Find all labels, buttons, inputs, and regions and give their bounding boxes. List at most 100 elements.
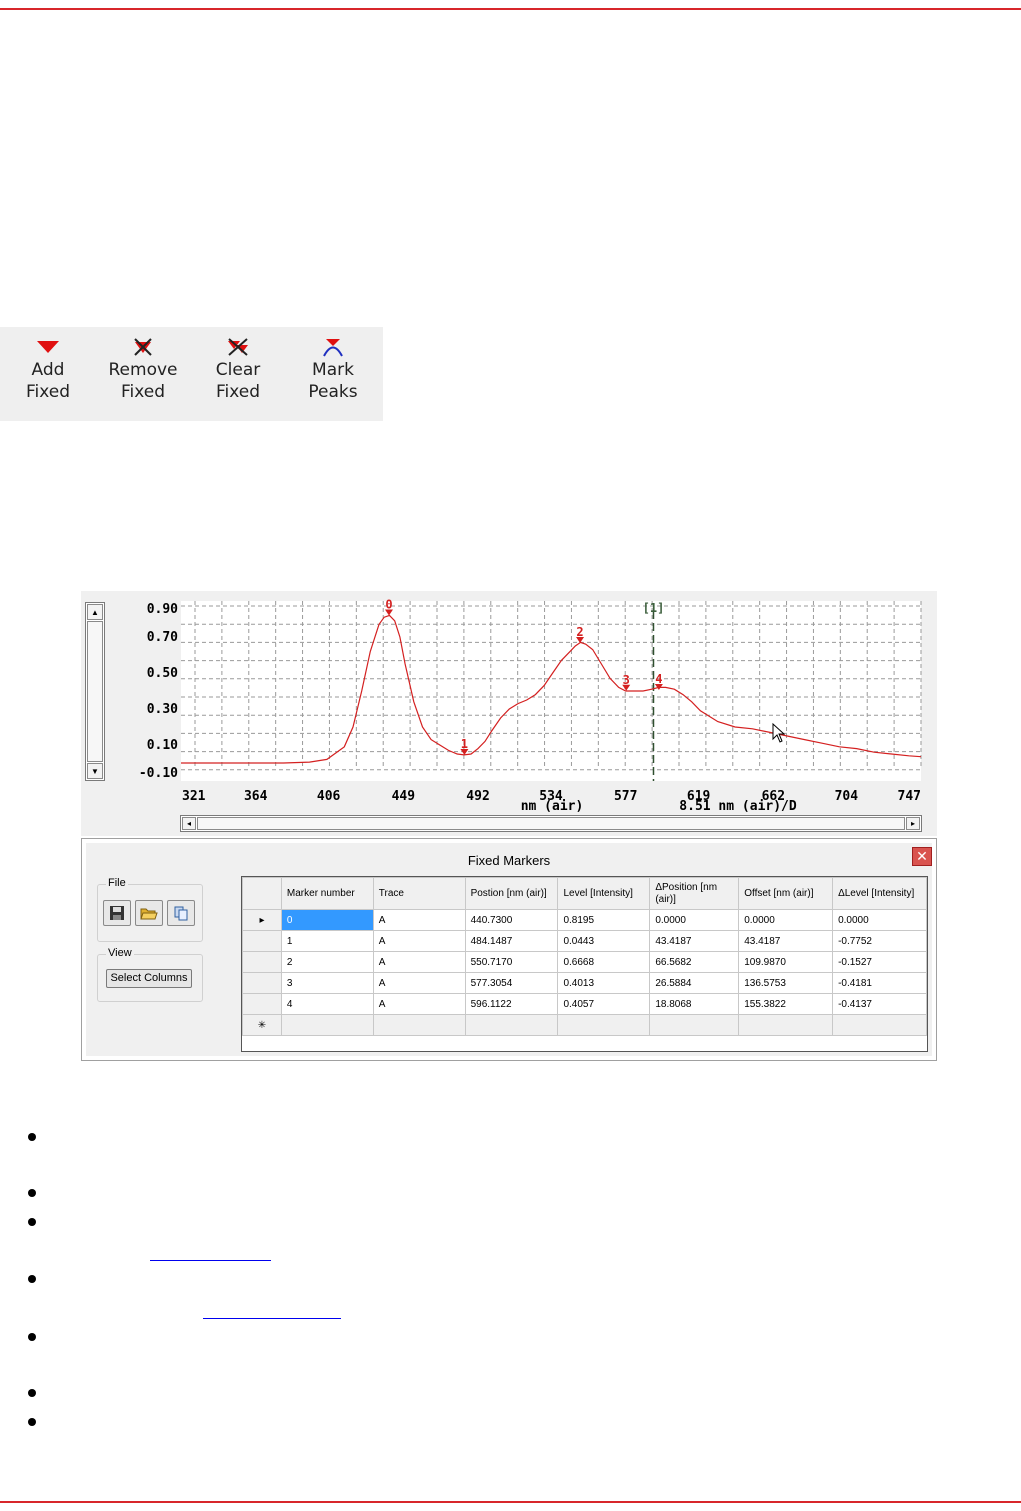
row-header[interactable] (242, 993, 282, 1015)
new-row[interactable]: ✳ (242, 1014, 927, 1036)
table-cell[interactable] (557, 1014, 651, 1036)
column-header[interactable]: Trace (372, 877, 466, 910)
table-cell[interactable] (372, 1014, 466, 1036)
fixed-markers-table[interactable]: Marker number Trace Postion [nm (air)] L… (241, 876, 928, 1052)
bullet (28, 1275, 36, 1283)
column-header[interactable]: ΔPosition [nm (air)] (649, 877, 740, 910)
table-cell[interactable]: 43.4187 (649, 930, 740, 952)
table-cell[interactable]: A (372, 951, 466, 973)
row-header[interactable] (242, 930, 282, 952)
table-cell[interactable]: 0.0000 (832, 909, 927, 931)
table-cell[interactable]: A (372, 972, 466, 994)
bullet (28, 1418, 36, 1426)
x-tick-label: 449 (392, 789, 415, 804)
close-icon[interactable]: ✕ (912, 847, 932, 866)
table-header-row: Marker number Trace Postion [nm (air)] L… (242, 877, 927, 910)
table-cell[interactable]: 440.7300 (464, 909, 559, 931)
table-cell[interactable] (464, 1014, 559, 1036)
table-cell[interactable] (649, 1014, 740, 1036)
select-columns-button[interactable]: Select Columns (106, 969, 192, 988)
table-cell[interactable]: 26.5884 (649, 972, 740, 994)
table-cell[interactable]: 1 (280, 930, 374, 952)
table-row[interactable]: 1 A 484.1487 0.0443 43.4187 43.4187 -0.7752 (242, 930, 927, 952)
bottom-rule (0, 1501, 1021, 1503)
table-cell[interactable]: 109.9870 (738, 951, 834, 973)
table-cell[interactable]: 0 (280, 909, 374, 931)
x-tick-label: 364 (244, 789, 268, 804)
bullet (28, 1333, 36, 1341)
y-tick-label: -0.10 (139, 766, 178, 781)
table-cell[interactable]: 0.0000 (738, 909, 834, 931)
link-underline[interactable] (203, 1318, 341, 1319)
table-row[interactable]: 3 A 577.3054 0.4013 26.5884 136.5753 -0.4181 (242, 972, 927, 994)
column-header[interactable]: Postion [nm (air)] (464, 877, 559, 910)
bullet (28, 1189, 36, 1197)
table-cell[interactable]: A (372, 993, 466, 1015)
table-cell[interactable]: 43.4187 (738, 930, 834, 952)
scroll-left-button[interactable]: ◂ (182, 817, 196, 830)
markers-data-table: Marker number Trace Postion [nm (air)] L… (242, 877, 927, 1036)
file-group-label: File (106, 877, 128, 889)
scroll-thumb-horizontal[interactable] (197, 817, 905, 830)
marker-label: 3 (623, 673, 630, 687)
row-header[interactable] (242, 972, 282, 994)
table-cell[interactable]: -0.7752 (832, 930, 927, 952)
spectrum-plot[interactable]: 0.900.700.500.300.10-0.10321 364 406 449 492… (0, 0, 1021, 815)
bullet (28, 1133, 36, 1141)
table-cell[interactable]: 3 (280, 972, 374, 994)
table-cell[interactable]: 0.8195 (557, 909, 651, 931)
marker-label: 0 (385, 597, 392, 611)
table-cell[interactable]: 0.4057 (557, 993, 651, 1015)
table-cell[interactable]: A (372, 909, 466, 931)
column-header[interactable]: Level [Intensity] (557, 877, 651, 910)
copy-icon[interactable] (167, 900, 195, 926)
table-cell[interactable]: -0.4181 (832, 972, 927, 994)
table-row[interactable]: 2 A 550.7170 0.6668 66.5682 109.9870 -0.1527 (242, 951, 927, 973)
column-header[interactable]: ΔLevel [Intensity] (832, 877, 927, 910)
x-axis-label: nm (air) (521, 799, 584, 814)
y-tick-label: 0.30 (147, 702, 178, 717)
table-cell[interactable] (280, 1014, 374, 1036)
table-cell[interactable]: 4 (280, 993, 374, 1015)
link-underline[interactable] (150, 1260, 271, 1261)
table-cell[interactable]: 18.8068 (649, 993, 740, 1015)
table-row[interactable]: ▸ 0 A 440.7300 0.8195 0.0000 0.0000 0.0000 (242, 909, 927, 931)
table-cell[interactable]: 0.0443 (557, 930, 651, 952)
row-header[interactable]: ▸ (242, 909, 282, 931)
table-cell[interactable]: 550.7170 (464, 951, 559, 973)
x-tick-label: 406 (317, 789, 341, 804)
table-cell[interactable]: 0.4013 (557, 972, 651, 994)
row-header[interactable] (242, 951, 282, 973)
open-folder-icon[interactable] (135, 900, 163, 926)
table-cell[interactable]: 0.6668 (557, 951, 651, 973)
y-tick-label: 0.10 (147, 738, 178, 753)
horizontal-scrollbar[interactable]: ◂ ▸ (180, 815, 922, 832)
x-tick-label: 321 (182, 789, 206, 804)
column-header[interactable]: Offset [nm (air)] (738, 877, 834, 910)
y-tick-label: 0.70 (147, 630, 178, 645)
scale-label: 8.51 nm (air)/D (679, 799, 797, 814)
table-cell[interactable]: -0.1527 (832, 951, 927, 973)
new-row-icon[interactable]: ✳ (242, 1014, 282, 1036)
table-cell[interactable]: 66.5682 (649, 951, 740, 973)
table-cell[interactable]: 155.3822 (738, 993, 834, 1015)
file-group: File (97, 877, 203, 942)
table-cell[interactable]: 136.5753 (738, 972, 834, 994)
table-cell[interactable]: 0.0000 (649, 909, 740, 931)
table-cell[interactable]: 484.1487 (464, 930, 559, 952)
table-cell[interactable]: 577.3054 (464, 972, 559, 994)
scroll-right-button[interactable]: ▸ (906, 817, 920, 830)
view-group-label: View (106, 947, 134, 959)
table-cell[interactable]: A (372, 930, 466, 952)
table-cell[interactable]: 2 (280, 951, 374, 973)
y-tick-label: 0.50 (147, 666, 178, 681)
x-tick-label: 704 (835, 789, 859, 804)
x-tick-label: 492 (466, 789, 489, 804)
save-icon[interactable] (103, 900, 131, 926)
table-cell[interactable] (738, 1014, 834, 1036)
table-cell[interactable]: 596.1122 (464, 993, 559, 1015)
table-cell[interactable] (832, 1014, 927, 1036)
table-row[interactable]: 4 A 596.1122 0.4057 18.8068 155.3822 -0.4137 (242, 993, 927, 1015)
table-cell[interactable]: -0.4137 (832, 993, 927, 1015)
column-header[interactable]: Marker number (280, 877, 374, 910)
